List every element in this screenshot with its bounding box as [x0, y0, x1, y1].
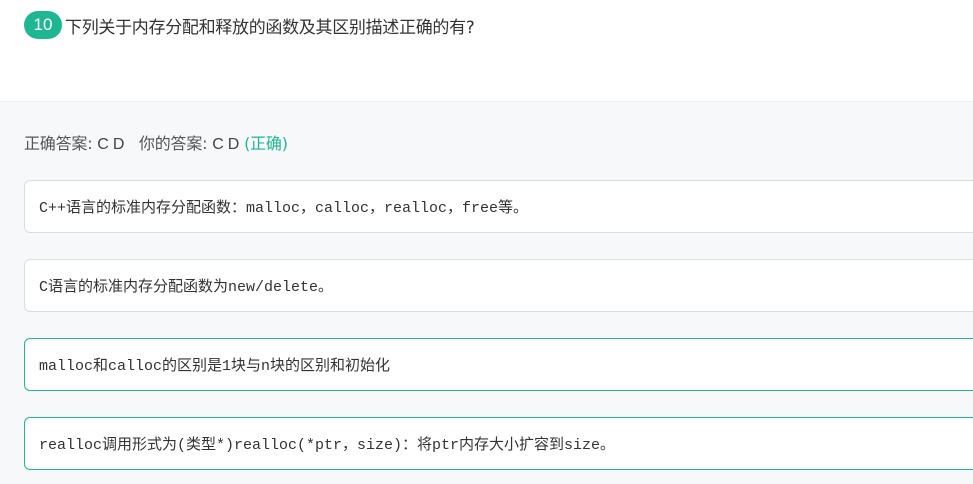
your-answer-value: C D [212, 136, 240, 153]
question-number-badge: 10 [24, 11, 62, 39]
option-b[interactable]: C语言的标准内存分配函数为new/delete。 [24, 259, 973, 312]
question-header: 10 下列关于内存分配和释放的函数及其区别描述正确的有? [24, 11, 964, 39]
answer-panel: 正确答案: C D 你的答案: C D (正确) C++语言的标准内存分配函数：… [0, 101, 973, 484]
option-c[interactable]: malloc和calloc的区别是1块与n块的区别和初始化 [24, 338, 973, 391]
option-c-text: malloc和calloc的区别是1块与n块的区别和初始化 [39, 358, 391, 375]
option-a-text: C++语言的标准内存分配函数：malloc，calloc，realloc，fre… [39, 200, 529, 217]
answer-result: 正确答案: C D 你的答案: C D (正确) [24, 130, 288, 154]
correct-answer-label: 正确答案: [24, 134, 98, 153]
option-b-text: C语言的标准内存分配函数为new/delete。 [39, 279, 334, 296]
option-d-text: realloc调用形式为(类型*)realloc(*ptr，size)：将ptr… [39, 437, 616, 454]
option-d[interactable]: realloc调用形式为(类型*)realloc(*ptr，size)：将ptr… [24, 417, 973, 470]
answer-status: (正确) [244, 134, 288, 153]
question-text: 下列关于内存分配和释放的函数及其区别描述正确的有? [65, 17, 475, 38]
correct-answer-value: C D [97, 136, 125, 153]
option-a[interactable]: C++语言的标准内存分配函数：malloc，calloc，realloc，fre… [24, 180, 973, 233]
your-answer-label: 你的答案: [138, 134, 213, 153]
